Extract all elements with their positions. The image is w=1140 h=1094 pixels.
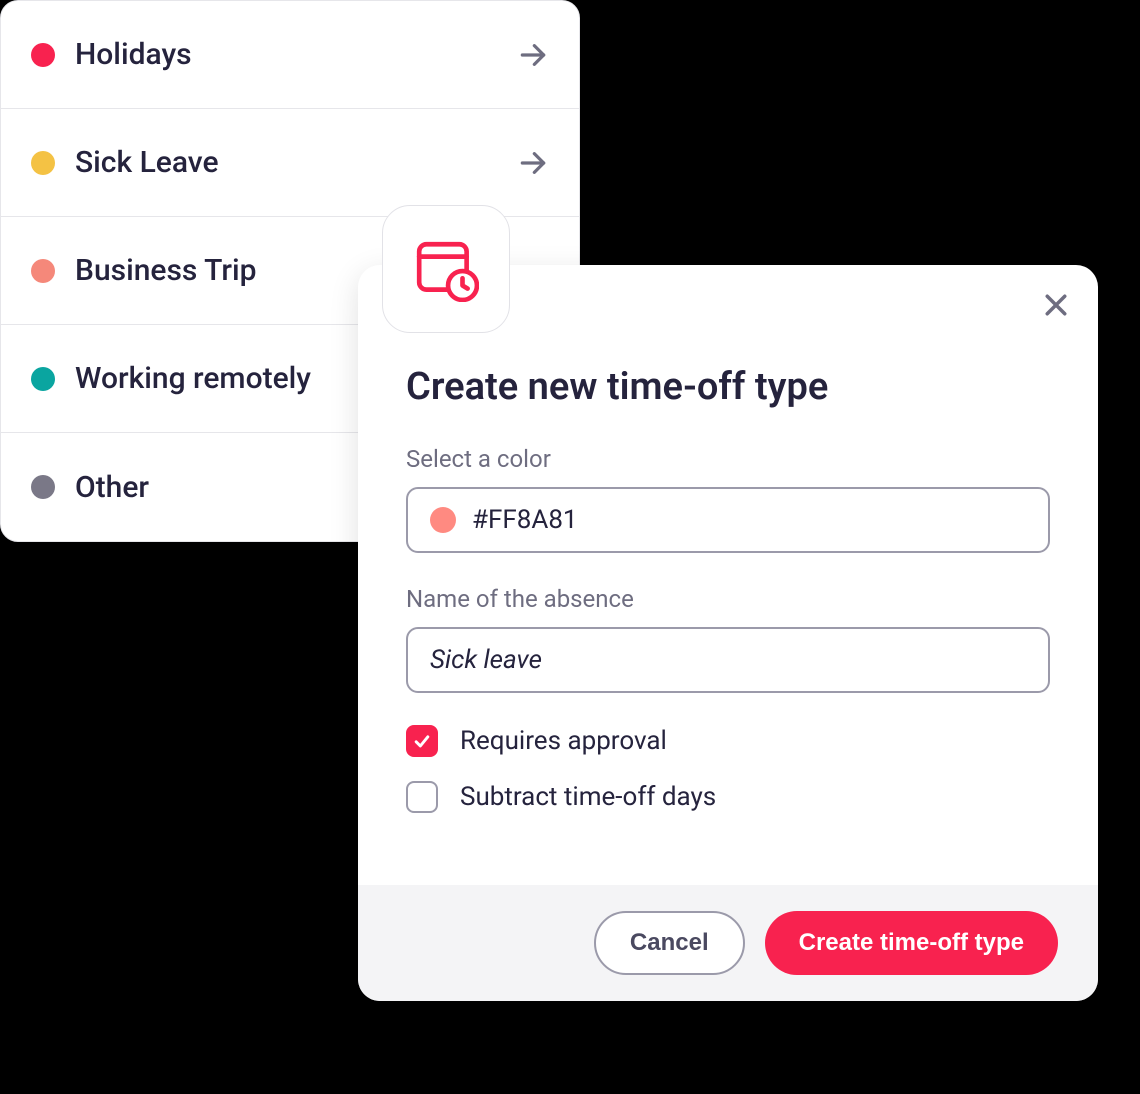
checkbox-checked-icon [406,725,438,757]
list-item-label: Holidays [75,37,497,72]
name-input[interactable]: Sick leave [406,627,1050,693]
checkbox-unchecked-icon [406,781,438,813]
color-select[interactable]: #FF8A81 [406,487,1050,553]
list-item-holidays[interactable]: Holidays [1,1,579,109]
cancel-button[interactable]: Cancel [594,911,745,975]
color-dot [31,43,55,67]
color-dot [31,259,55,283]
color-dot [31,475,55,499]
color-dot [31,151,55,175]
arrow-right-icon [517,147,549,179]
create-time-off-modal: Create new time-off type Select a color … [358,265,1098,1001]
subtract-days-row[interactable]: Subtract time-off days [406,781,1050,813]
requires-approval-row[interactable]: Requires approval [406,725,1050,757]
checkbox-label: Requires approval [460,726,667,756]
calendar-clock-icon [382,205,510,333]
color-value: #FF8A81 [472,505,578,535]
name-input-value: Sick leave [430,645,542,675]
modal-title: Create new time-off type [406,365,1050,409]
list-item-label: Sick Leave [75,145,497,180]
close-icon [1041,290,1071,324]
color-dot [31,367,55,391]
name-field-label: Name of the absence [406,585,1050,613]
list-item-sick-leave[interactable]: Sick Leave [1,109,579,217]
color-swatch [430,507,456,533]
submit-button[interactable]: Create time-off type [765,911,1058,975]
checkbox-label: Subtract time-off days [460,782,716,812]
color-field-label: Select a color [406,445,1050,473]
close-button[interactable] [1038,289,1074,325]
arrow-right-icon [517,39,549,71]
modal-footer: Cancel Create time-off type [358,885,1098,1001]
